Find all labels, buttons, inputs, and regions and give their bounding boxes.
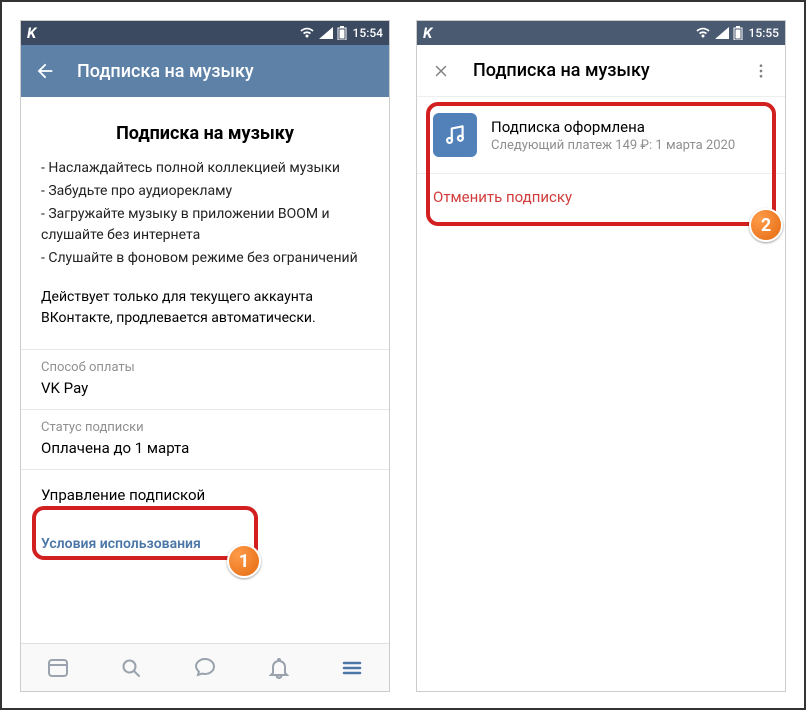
nav-menu-icon[interactable] [339, 655, 365, 681]
nav-feed-icon[interactable] [45, 655, 71, 681]
content-area: Подписка на музыку - Наслаждайтесь полно… [21, 123, 389, 568]
benefit-item: - Слушайте в фоновом режиме без ограниче… [41, 248, 369, 269]
phone-left: K 15:54 Подписка на музыку Подписка на м… [20, 20, 390, 692]
app-logo: K [27, 24, 36, 42]
manage-subscription-label: Управление подпиской [41, 486, 369, 504]
subscription-title: Подписка оформлена [491, 118, 735, 136]
app-logo: K [423, 24, 432, 42]
wifi-icon [299, 27, 315, 39]
phone-right: K 15:55 Подписка на музыку Подписка офор… [416, 20, 786, 692]
subscription-status-label: Статус подписки [41, 420, 369, 435]
signal-icon [715, 27, 729, 39]
payment-method-label: Способ оплаты [41, 360, 369, 375]
toolbar-title: Подписка на музыку [473, 60, 650, 81]
status-time: 15:54 [353, 26, 383, 40]
bottom-nav [21, 643, 389, 691]
nav-messages-icon[interactable] [192, 655, 218, 681]
toolbar: Подписка на музыку [417, 45, 785, 97]
nav-search-icon[interactable] [118, 655, 144, 681]
more-icon[interactable] [747, 57, 775, 85]
wifi-icon [695, 27, 711, 39]
terms-link[interactable]: Условия использования [21, 520, 389, 568]
annotation-badge-2: 2 [749, 208, 783, 242]
toolbar: Подписка на музыку [21, 45, 389, 97]
status-time: 15:55 [749, 26, 779, 40]
status-bar: K 15:54 [21, 21, 389, 45]
benefits-list: - Наслаждайтесь полной коллекцией музыки… [21, 158, 389, 269]
subscription-card: Подписка оформлена Следующий платеж 149 … [417, 97, 785, 173]
benefit-item: - Забудьте про аудиорекламу [41, 181, 369, 202]
annotation-badge-1: 1 [227, 544, 261, 578]
status-bar: K 15:55 [417, 21, 785, 45]
battery-icon [733, 26, 743, 40]
back-icon[interactable] [31, 57, 59, 85]
signal-icon [319, 27, 333, 39]
manage-subscription-button[interactable]: Управление подпиской [21, 469, 389, 520]
benefit-item: - Загружайте музыку в приложении BOOM и … [41, 204, 369, 246]
close-icon[interactable] [427, 57, 455, 85]
payment-method-section[interactable]: Способ оплаты VK Pay [21, 349, 389, 409]
subscription-detail: Следующий платеж 149 ₽: 1 марта 2020 [491, 138, 735, 153]
music-icon [433, 113, 477, 157]
payment-method-value: VK Pay [41, 379, 369, 397]
nav-notifications-icon[interactable] [266, 655, 292, 681]
account-note: Действует только для текущего аккаунта В… [21, 287, 389, 329]
cancel-subscription-button[interactable]: Отменить подписку [417, 173, 785, 220]
page-heading: Подписка на музыку [21, 123, 389, 144]
benefit-item: - Наслаждайтесь полной коллекцией музыки [41, 158, 369, 179]
subscription-status-section: Статус подписки Оплачена до 1 марта [21, 409, 389, 469]
battery-icon [337, 26, 347, 40]
toolbar-title: Подписка на музыку [77, 61, 254, 82]
subscription-status-value: Оплачена до 1 марта [41, 439, 369, 457]
